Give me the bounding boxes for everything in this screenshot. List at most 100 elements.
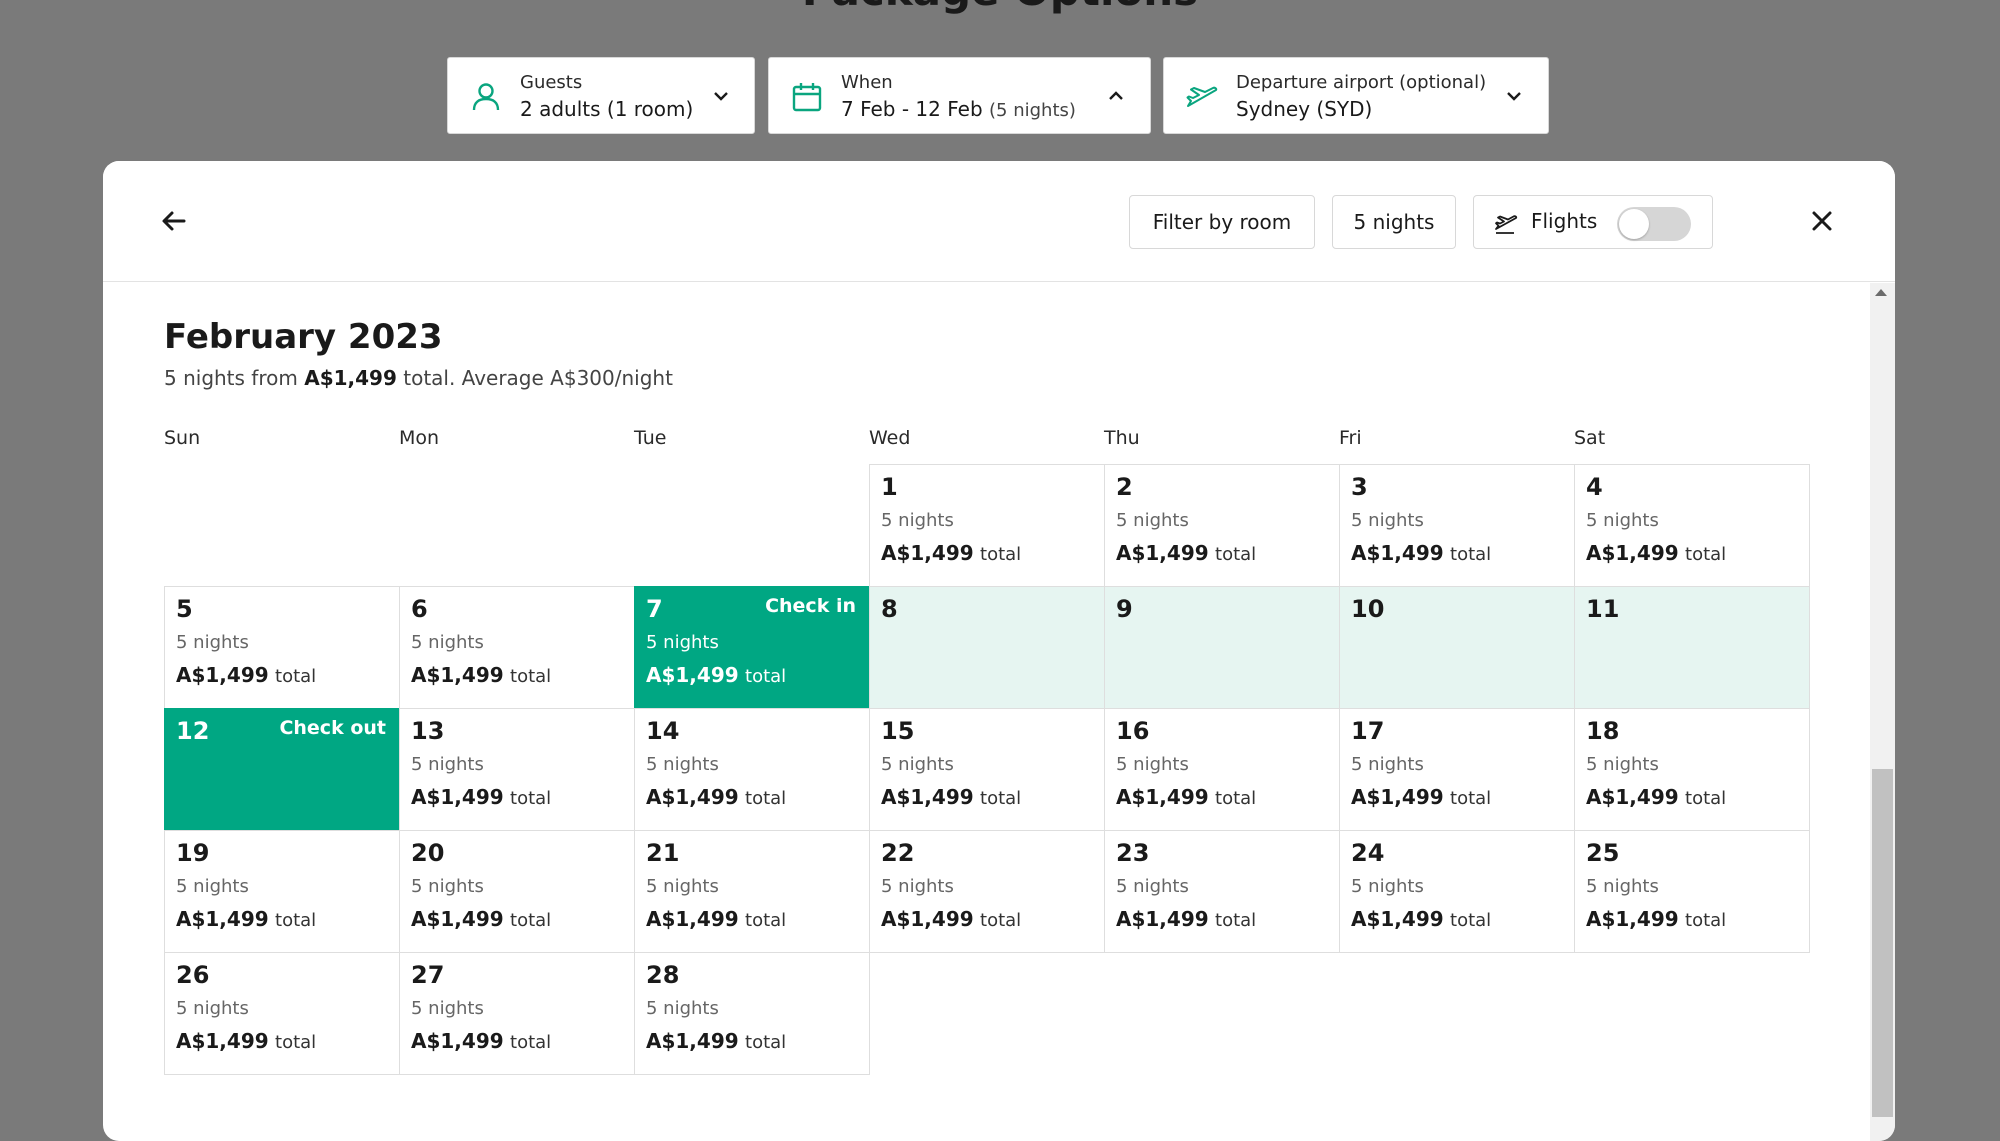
day-nights: 5 nights	[176, 632, 249, 653]
calendar-day-22[interactable]: 22 5 nights A$1,499 total	[869, 830, 1105, 953]
calendar-day-15[interactable]: 15 5 nights A$1,499 total	[869, 708, 1105, 831]
calendar-day-14[interactable]: 14 5 nights A$1,499 total	[634, 708, 870, 831]
calendar-day-26[interactable]: 26 5 nights A$1,499 total	[164, 952, 400, 1075]
day-price-suffix: total	[510, 666, 552, 687]
calendar-day-8[interactable]: 8	[869, 586, 1105, 709]
calendar-day-1[interactable]: 1 5 nights A$1,499 total	[869, 464, 1105, 587]
page-title: Package Options	[0, 0, 2000, 15]
day-nights: 5 nights	[881, 510, 954, 531]
day-price: A$1,499 total	[1351, 541, 1491, 565]
calendar-day-24[interactable]: 24 5 nights A$1,499 total	[1339, 830, 1575, 953]
day-price: A$1,499 total	[1586, 907, 1726, 931]
day-price-suffix: total	[980, 910, 1022, 931]
calendar-day-25[interactable]: 25 5 nights A$1,499 total	[1574, 830, 1810, 953]
calendar-day-10[interactable]: 10	[1339, 586, 1575, 709]
day-number: 4	[1586, 473, 1603, 501]
calendar-panel: Filter by room 5 nights Flights February…	[103, 161, 1895, 1141]
dates-selector[interactable]: When 7 Feb - 12 Feb (5 nights)	[768, 57, 1151, 134]
calendar-day-4[interactable]: 4 5 nights A$1,499 total	[1574, 464, 1810, 587]
day-price-suffix: total	[1215, 788, 1257, 809]
day-nights: 5 nights	[646, 754, 719, 775]
day-nights: 5 nights	[646, 876, 719, 897]
calendar-day-28[interactable]: 28 5 nights A$1,499 total	[634, 952, 870, 1075]
calendar-day-5[interactable]: 5 5 nights A$1,499 total	[164, 586, 400, 709]
calendar-day-23[interactable]: 23 5 nights A$1,499 total	[1104, 830, 1340, 953]
day-number: 1	[881, 473, 898, 501]
day-number: 26	[176, 961, 210, 989]
day-price-amount: A$1,499	[646, 663, 739, 687]
arrow-left-icon[interactable]	[158, 205, 190, 237]
day-nights: 5 nights	[176, 876, 249, 897]
day-price-suffix: total	[1685, 788, 1727, 809]
guests-selector[interactable]: Guests 2 adults (1 room)	[447, 57, 755, 134]
calendar-day-19[interactable]: 19 5 nights A$1,499 total	[164, 830, 400, 953]
day-nights: 5 nights	[881, 754, 954, 775]
day-price-amount: A$1,499	[1586, 907, 1679, 931]
day-nights: 5 nights	[1351, 510, 1424, 531]
day-price-amount: A$1,499	[1351, 785, 1444, 809]
day-price-amount: A$1,499	[646, 907, 739, 931]
close-icon[interactable]	[1806, 205, 1838, 237]
calendar-day-6[interactable]: 6 5 nights A$1,499 total	[399, 586, 635, 709]
day-nights: 5 nights	[1351, 754, 1424, 775]
day-price-amount: A$1,499	[646, 1029, 739, 1053]
day-price-suffix: total	[980, 788, 1022, 809]
toggle-knob	[1619, 209, 1649, 239]
summary-prefix: 5 nights from	[164, 366, 298, 390]
calendar-day-9[interactable]: 9	[1104, 586, 1340, 709]
day-price: A$1,499 total	[411, 1029, 551, 1053]
calendar-day-18[interactable]: 18 5 nights A$1,499 total	[1574, 708, 1810, 831]
calendar-day-27[interactable]: 27 5 nights A$1,499 total	[399, 952, 635, 1075]
day-price-suffix: total	[275, 666, 317, 687]
scroll-up-arrow[interactable]	[1875, 289, 1887, 296]
day-number: 6	[411, 595, 428, 623]
calendar-day-20[interactable]: 20 5 nights A$1,499 total	[399, 830, 635, 953]
when-label: When	[841, 72, 893, 93]
day-nights: 5 nights	[646, 998, 719, 1019]
day-nights: 5 nights	[1586, 510, 1659, 531]
flights-toggle[interactable]	[1617, 207, 1691, 241]
day-nights: 5 nights	[176, 998, 249, 1019]
filter-by-room-button[interactable]: Filter by room	[1129, 195, 1315, 249]
calendar-day-7[interactable]: 7 Check in 5 nights A$1,499 total	[634, 586, 870, 709]
calendar-day-16[interactable]: 16 5 nights A$1,499 total	[1104, 708, 1340, 831]
day-price: A$1,499 total	[411, 663, 551, 687]
calendar-day-17[interactable]: 17 5 nights A$1,499 total	[1339, 708, 1575, 831]
day-nights: 5 nights	[411, 998, 484, 1019]
day-price: A$1,499 total	[1116, 785, 1256, 809]
departure-selector[interactable]: Departure airport (optional) Sydney (SYD…	[1163, 57, 1549, 134]
day-number: 3	[1351, 473, 1368, 501]
day-price-suffix: total	[275, 1032, 317, 1053]
day-price-amount: A$1,499	[1351, 907, 1444, 931]
departure-value: Sydney (SYD)	[1236, 97, 1373, 121]
day-price-amount: A$1,499	[1586, 785, 1679, 809]
day-price-suffix: total	[510, 1032, 552, 1053]
month-summary: 5 nights from A$1,499 total. Average A$3…	[164, 366, 673, 390]
scrollbar-thumb[interactable]	[1872, 769, 1893, 1117]
day-number: 22	[881, 839, 915, 867]
flights-toggle-button[interactable]: Flights	[1473, 195, 1713, 249]
calendar-day-12[interactable]: 12 Check out	[164, 708, 400, 831]
day-price-suffix: total	[510, 788, 552, 809]
day-nights: 5 nights	[1586, 876, 1659, 897]
day-price-suffix: total	[1685, 544, 1727, 565]
flights-icon	[1495, 215, 1518, 234]
calendar-day-11[interactable]: 11	[1574, 586, 1810, 709]
day-price-suffix: total	[745, 666, 787, 687]
day-price-suffix: total	[1215, 544, 1257, 565]
day-price-amount: A$1,499	[1351, 541, 1444, 565]
nights-button[interactable]: 5 nights	[1332, 195, 1456, 249]
day-number: 7	[646, 595, 663, 623]
calendar-day-13[interactable]: 13 5 nights A$1,499 total	[399, 708, 635, 831]
day-price-suffix: total	[510, 910, 552, 931]
day-nights: 5 nights	[1586, 754, 1659, 775]
calendar-day-21[interactable]: 21 5 nights A$1,499 total	[634, 830, 870, 953]
scrollbar[interactable]	[1870, 283, 1895, 1141]
day-number: 11	[1586, 595, 1620, 623]
day-number: 18	[1586, 717, 1620, 745]
day-price: A$1,499 total	[176, 663, 316, 687]
calendar-day-2[interactable]: 2 5 nights A$1,499 total	[1104, 464, 1340, 587]
calendar-day-3[interactable]: 3 5 nights A$1,499 total	[1339, 464, 1575, 587]
day-price-amount: A$1,499	[176, 907, 269, 931]
guests-label: Guests	[520, 72, 583, 93]
